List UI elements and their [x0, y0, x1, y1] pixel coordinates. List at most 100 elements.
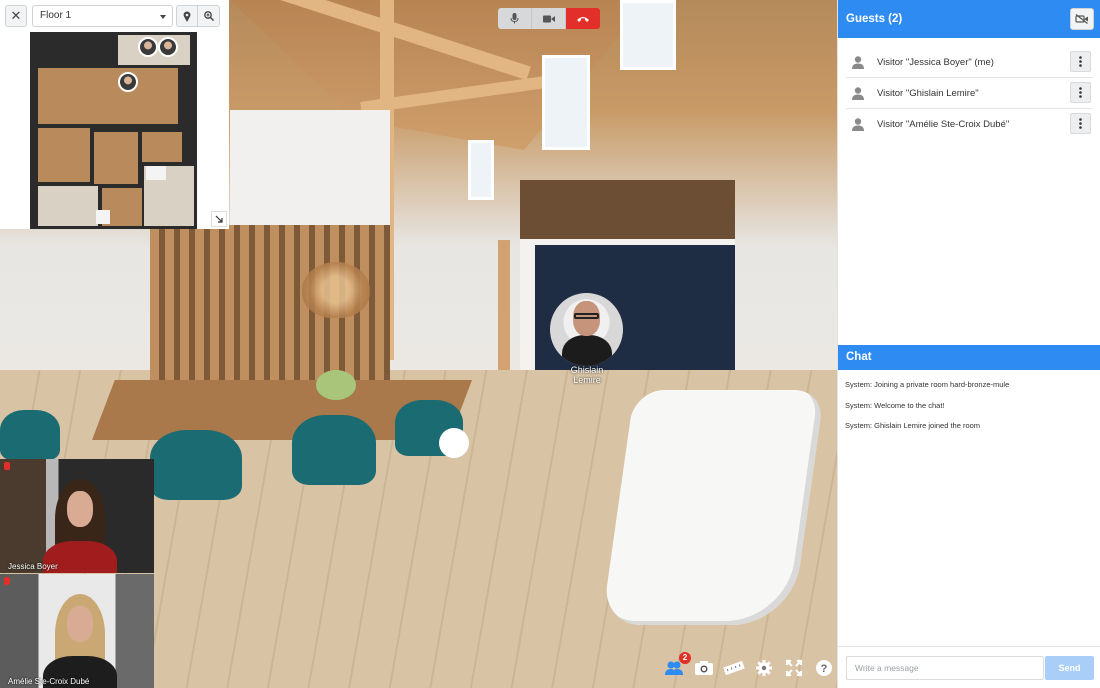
floorplan-room: [38, 128, 90, 182]
floorplan-room: [94, 132, 138, 184]
window: [468, 140, 494, 200]
more-vertical-icon: [1079, 56, 1082, 67]
video-tile-amelie[interactable]: Amélie Ste-Croix Dubé: [0, 574, 154, 688]
help-button[interactable]: ?: [813, 657, 835, 679]
fullscreen-button[interactable]: [783, 657, 805, 679]
zoom-in-icon: [203, 11, 214, 21]
window: [620, 0, 676, 70]
chat-compose: Send: [838, 646, 1100, 688]
guest-name: Visitor "Jessica Boyer" (me): [877, 56, 994, 68]
camera-snapshot-icon: [695, 661, 713, 675]
locate-button[interactable]: [176, 5, 198, 27]
participants-badge: 2: [679, 652, 691, 664]
measure-button[interactable]: [723, 657, 745, 679]
guest-menu-button[interactable]: [1070, 113, 1091, 134]
floor-select-value: Floor 1: [40, 10, 72, 21]
participants-button[interactable]: 2: [663, 652, 691, 679]
remote-participant-avatar[interactable]: [550, 293, 623, 366]
remote-participant-name: Ghislain Lemire: [570, 365, 604, 385]
settings-gear-icon: [756, 660, 772, 676]
guests-title: Guests (2): [846, 13, 903, 25]
fullscreen-icon: [785, 659, 803, 677]
user-icon: [847, 114, 869, 136]
window: [542, 55, 590, 150]
chat-message: System: Ghislain Lemire joined the room: [845, 421, 981, 430]
dining-chair: [292, 415, 376, 485]
centerpiece: [316, 370, 356, 400]
user-icon: [847, 51, 869, 73]
floorplan-room: [142, 132, 182, 162]
dining-chair: [150, 430, 242, 500]
avatar-glasses: [574, 313, 599, 319]
avatar-body: [562, 335, 612, 366]
camera-button[interactable]: [532, 8, 566, 29]
snapshot-button[interactable]: [693, 657, 715, 679]
floorplan-map[interactable]: [30, 32, 197, 229]
floorplan-room: [38, 186, 98, 226]
close-floorplan-button[interactable]: ✕: [5, 5, 27, 27]
mic-muted-icon: [4, 462, 10, 470]
person-face: [67, 491, 93, 527]
guest-menu-button[interactable]: [1070, 51, 1091, 72]
media-controls: [498, 8, 600, 29]
chat-log: System: Joining a private room hard-bron…: [845, 380, 1095, 442]
video-tile-jessica[interactable]: Jessica Boyer: [0, 459, 154, 573]
guest-name: Visitor "Ghislain Lemire": [877, 87, 979, 99]
phone-hangup-icon: [577, 16, 589, 22]
guest-list: Visitor "Jessica Boyer" (me) Visitor "Gh…: [846, 47, 1093, 140]
guest-row: Visitor "Ghislain Lemire": [846, 78, 1093, 109]
chevron-down-icon: [160, 15, 166, 19]
video-off-icon: [1075, 14, 1088, 24]
virtual-tour-app: Ghislain Lemire Jessica Boyer Amélie Ste…: [0, 0, 1100, 688]
toggle-video-button[interactable]: [1070, 8, 1094, 30]
more-vertical-icon: [1079, 87, 1082, 98]
dining-chair: [0, 410, 60, 460]
svg-text:?: ?: [821, 663, 828, 675]
settings-button[interactable]: [753, 657, 775, 679]
floorplan-user-marker: [118, 72, 138, 92]
send-button[interactable]: Send: [1045, 656, 1094, 680]
floorplan-user-marker: [158, 37, 178, 57]
floorplan-toolbar: ✕ Floor 1: [0, 0, 229, 32]
guest-row: Visitor "Jessica Boyer" (me): [846, 47, 1093, 78]
guest-row: Visitor "Amélie Ste-Croix Dubé": [846, 109, 1093, 140]
more-vertical-icon: [1079, 118, 1082, 129]
person-face: [67, 606, 93, 642]
floor-select[interactable]: Floor 1: [32, 5, 173, 27]
guest-name: Visitor "Amélie Ste-Croix Dubé": [877, 119, 1010, 130]
expand-floorplan-button[interactable]: [211, 211, 227, 227]
measure-ruler-icon: [723, 661, 745, 675]
lounge-chair: [601, 390, 825, 625]
navigation-hotspot[interactable]: [439, 428, 469, 458]
user-icon: [847, 82, 869, 104]
end-call-button[interactable]: [566, 8, 600, 29]
chat-message-input[interactable]: [846, 656, 1044, 680]
video-camera-icon: [542, 15, 555, 22]
guest-menu-button[interactable]: [1070, 82, 1091, 103]
video-name-label: Amélie Ste-Croix Dubé: [8, 677, 90, 686]
zoom-button[interactable]: [198, 5, 220, 27]
help-icon: ?: [816, 660, 832, 676]
floorplan-room: [96, 210, 110, 224]
map-pin-icon: [183, 10, 191, 22]
side-panel: Guests (2) Visitor "Jessica Boyer" (me): [837, 0, 1100, 688]
video-name-label: Jessica Boyer: [8, 562, 58, 571]
chat-message: System: Joining a private room hard-bron…: [845, 380, 1010, 389]
mic-muted-icon: [4, 577, 10, 585]
microphone-icon: [510, 13, 519, 24]
floorplan-panel: ✕ Floor 1: [0, 0, 229, 229]
pendant-lamp: [302, 262, 370, 318]
guests-header: Guests (2): [838, 0, 1100, 38]
video-person: [43, 479, 117, 573]
close-icon: ✕: [10, 8, 22, 23]
expand-icon: [215, 215, 223, 223]
floorplan-user-marker: [138, 37, 158, 57]
floorplan-room: [146, 166, 166, 180]
chat-header: Chat: [838, 345, 1100, 370]
viewer-toolbar: 2 ?: [663, 652, 835, 681]
chat-title: Chat: [846, 351, 872, 363]
video-person: [43, 594, 117, 688]
floorplan-room: [38, 68, 178, 124]
microphone-button[interactable]: [498, 8, 532, 29]
chat-message: System: Welcome to the chat!: [845, 400, 945, 410]
